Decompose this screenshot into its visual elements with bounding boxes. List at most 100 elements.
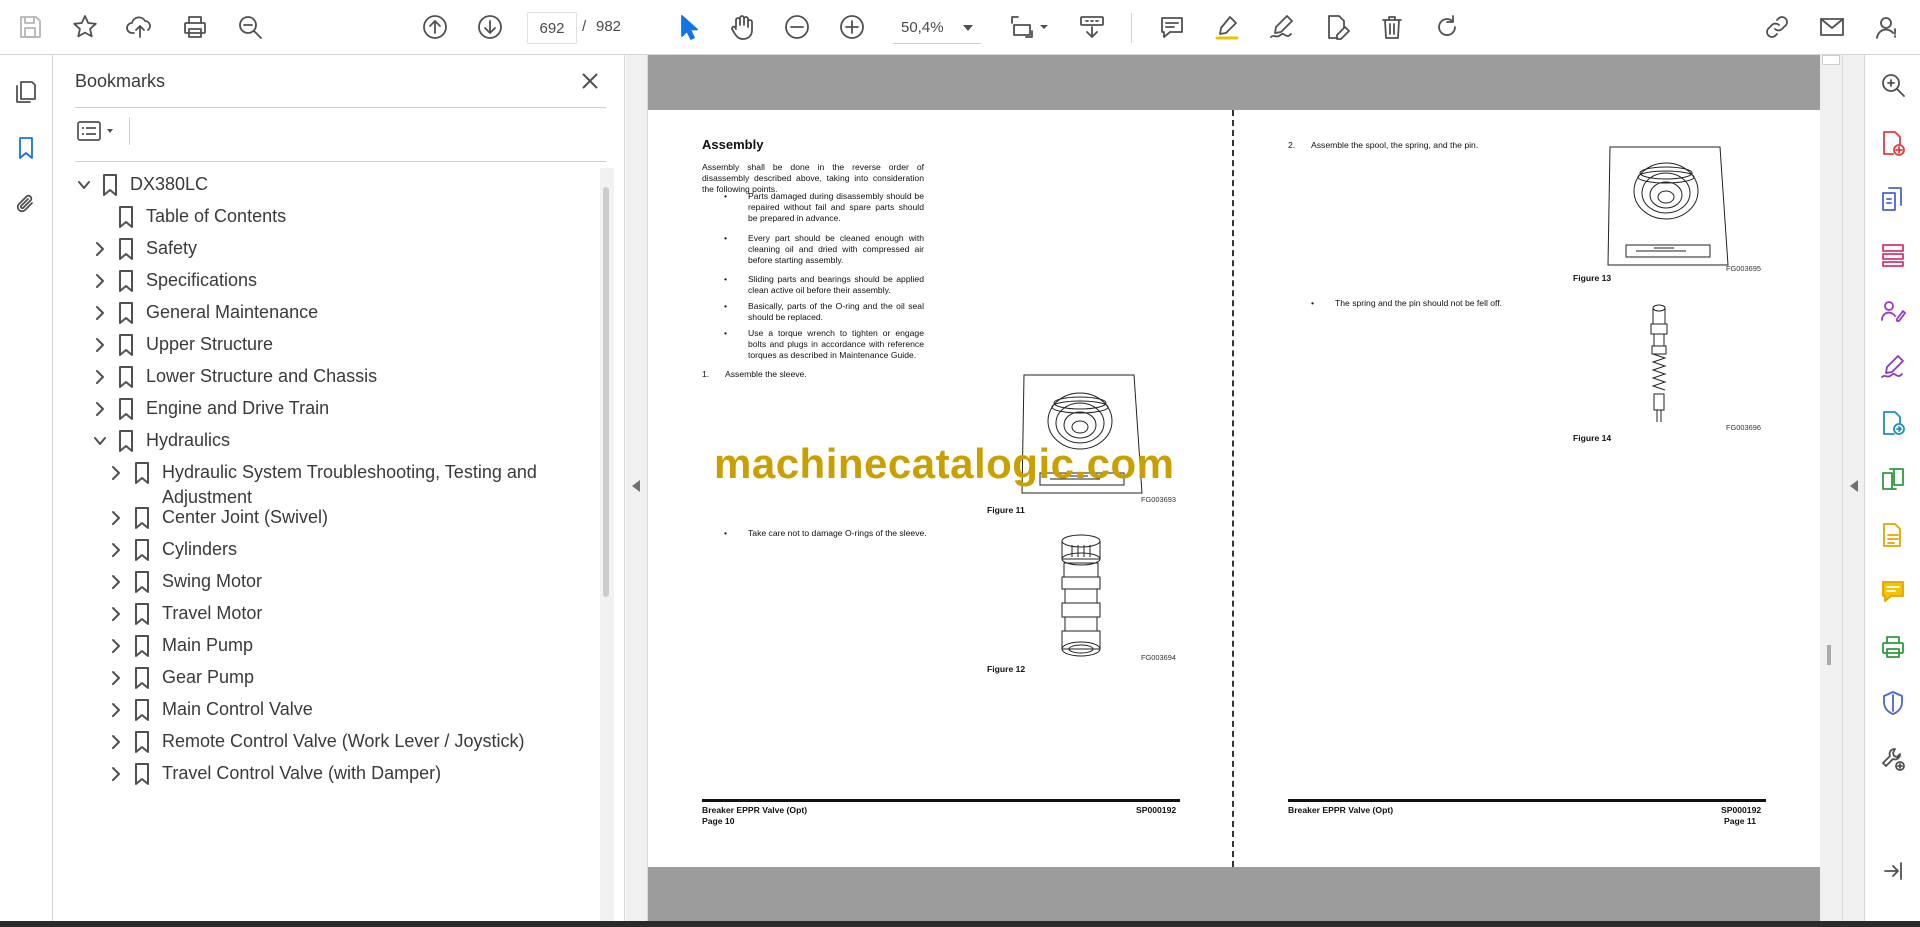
page-total: 982 xyxy=(596,18,622,35)
chevron-right-icon[interactable] xyxy=(106,700,126,720)
highlight-icon[interactable] xyxy=(1208,8,1246,46)
bookmark-item[interactable]: Remote Control Valve (Work Lever / Joyst… xyxy=(106,725,554,756)
chevron-right-icon[interactable] xyxy=(90,335,110,355)
star-icon[interactable] xyxy=(66,8,104,46)
collapse-rail-icon[interactable] xyxy=(1877,855,1909,887)
rotate-icon[interactable] xyxy=(1428,8,1466,46)
chevron-right-icon[interactable] xyxy=(106,463,126,483)
chevron-right-icon[interactable] xyxy=(106,572,126,592)
search-icon[interactable] xyxy=(1877,69,1909,101)
bookmark-item[interactable]: DX380LC xyxy=(74,168,554,199)
chevron-right-icon[interactable] xyxy=(106,508,126,528)
bookmark-label: Travel Control Valve (with Damper) xyxy=(162,763,442,783)
sign-icon[interactable] xyxy=(1263,8,1301,46)
bookmark-options-button[interactable] xyxy=(75,116,125,146)
scroll-mode-icon[interactable] xyxy=(1073,8,1111,46)
bookmark-item[interactable]: Center Joint (Swivel) xyxy=(106,501,554,532)
account-icon[interactable] xyxy=(1868,8,1906,46)
bookmark-item[interactable]: Cylinders xyxy=(106,533,554,564)
comment-icon[interactable] xyxy=(1153,8,1191,46)
page-thumbnails-icon[interactable] xyxy=(9,75,43,109)
expand-tools-icon[interactable] xyxy=(1850,480,1858,492)
send-review-icon[interactable] xyxy=(1877,407,1909,439)
chevron-down-icon[interactable] xyxy=(74,175,94,195)
document-scrollbar[interactable] xyxy=(1820,55,1842,921)
chevron-right-icon[interactable] xyxy=(106,764,126,784)
collapse-panel-icon[interactable] xyxy=(632,480,640,492)
zoom-in-icon[interactable] xyxy=(833,8,871,46)
bookmark-label: Cylinders xyxy=(162,539,238,559)
bookmark-item[interactable]: Table of Contents xyxy=(90,200,554,231)
bookmark-item[interactable]: Hydraulics xyxy=(90,424,554,455)
bookmark-item[interactable]: Main Pump xyxy=(106,629,554,660)
chevron-right-icon[interactable] xyxy=(106,604,126,624)
zoom-out-icon[interactable] xyxy=(778,8,816,46)
zoom-level-dropdown[interactable]: 50,4% xyxy=(893,12,981,44)
hand-icon[interactable] xyxy=(723,8,761,46)
bookmarks-icon[interactable] xyxy=(9,131,43,165)
bookmark-item[interactable]: Engine and Drive Train xyxy=(90,392,554,423)
bookmark-label: Remote Control Valve (Work Lever / Joyst… xyxy=(162,731,525,751)
chevron-right-icon[interactable] xyxy=(106,668,126,688)
select-pointer-icon[interactable] xyxy=(668,8,706,46)
print-production-icon[interactable] xyxy=(1877,631,1909,663)
chevron-right-icon[interactable] xyxy=(90,367,110,387)
delete-icon[interactable] xyxy=(1373,8,1411,46)
bookmark-item[interactable]: Travel Motor xyxy=(106,597,554,628)
chevron-right-icon[interactable] xyxy=(106,540,126,560)
tools-splitter[interactable] xyxy=(1842,55,1864,921)
page-up-icon[interactable] xyxy=(416,8,454,46)
scan-ocr-icon[interactable] xyxy=(1877,519,1909,551)
chevron-right-icon[interactable] xyxy=(106,732,126,752)
bookmark-item[interactable]: Gear Pump xyxy=(106,661,554,692)
edit-pdf-icon[interactable] xyxy=(1318,8,1356,46)
bookmark-label: Travel Motor xyxy=(162,603,263,623)
chevron-right-icon[interactable] xyxy=(90,239,110,259)
bookmark-icon xyxy=(132,568,152,596)
share-link-icon[interactable] xyxy=(1758,8,1796,46)
email-icon[interactable] xyxy=(1813,8,1851,46)
page-down-icon[interactable] xyxy=(471,8,509,46)
chevron-right-icon[interactable] xyxy=(90,303,110,323)
panel-splitter[interactable] xyxy=(626,55,648,921)
footer-doc-code: SP000192 xyxy=(1136,805,1177,815)
bookmark-item[interactable]: Upper Structure xyxy=(90,328,554,359)
bookmark-item[interactable]: Lower Structure and Chassis xyxy=(90,360,554,391)
bookmark-item[interactable]: Main Control Valve xyxy=(106,693,554,724)
organize-pages-icon[interactable] xyxy=(1877,239,1909,271)
bookmark-item[interactable]: Safety xyxy=(90,232,554,263)
page-number-input[interactable] xyxy=(527,12,577,44)
print-icon[interactable] xyxy=(176,8,214,46)
upload-icon[interactable] xyxy=(121,8,159,46)
bookmark-item[interactable]: Travel Control Valve (with Damper) xyxy=(106,757,554,788)
bookmark-icon xyxy=(116,331,136,359)
bookmark-item[interactable]: Swing Motor xyxy=(106,565,554,596)
attachments-icon[interactable] xyxy=(9,187,43,221)
compare-files-icon[interactable] xyxy=(1877,463,1909,495)
chevron-right-icon[interactable] xyxy=(90,399,110,419)
bookmark-item[interactable]: General Maintenance xyxy=(90,296,554,327)
step-number: 2. xyxy=(1288,140,1296,150)
fill-sign-icon[interactable] xyxy=(1877,351,1909,383)
more-tools-icon[interactable] xyxy=(1877,743,1909,775)
bookmark-item[interactable]: Specifications xyxy=(90,264,554,295)
bookmark-icon xyxy=(132,664,152,692)
fit-page-dropdown[interactable] xyxy=(1035,8,1053,46)
request-signatures-icon[interactable] xyxy=(1877,295,1909,327)
document-scrollbar-thumb[interactable] xyxy=(1827,645,1831,665)
export-pdf-icon[interactable] xyxy=(1877,183,1909,215)
chevron-down-icon[interactable] xyxy=(90,431,110,451)
bookmark-icon xyxy=(116,267,136,295)
save-icon[interactable] xyxy=(11,8,49,46)
bookmark-icon xyxy=(132,632,152,660)
comment-tool-icon[interactable] xyxy=(1877,575,1909,607)
scrollbar-top-button[interactable] xyxy=(1822,55,1840,65)
chevron-right-icon[interactable] xyxy=(106,636,126,656)
protect-icon[interactable] xyxy=(1877,687,1909,719)
bookmark-scrollbar-thumb[interactable] xyxy=(603,187,609,597)
create-pdf-icon[interactable] xyxy=(1877,127,1909,159)
figure-14-illustration xyxy=(1646,303,1672,425)
chevron-right-icon[interactable] xyxy=(90,271,110,291)
close-icon[interactable] xyxy=(576,67,604,95)
find-icon[interactable] xyxy=(231,8,269,46)
